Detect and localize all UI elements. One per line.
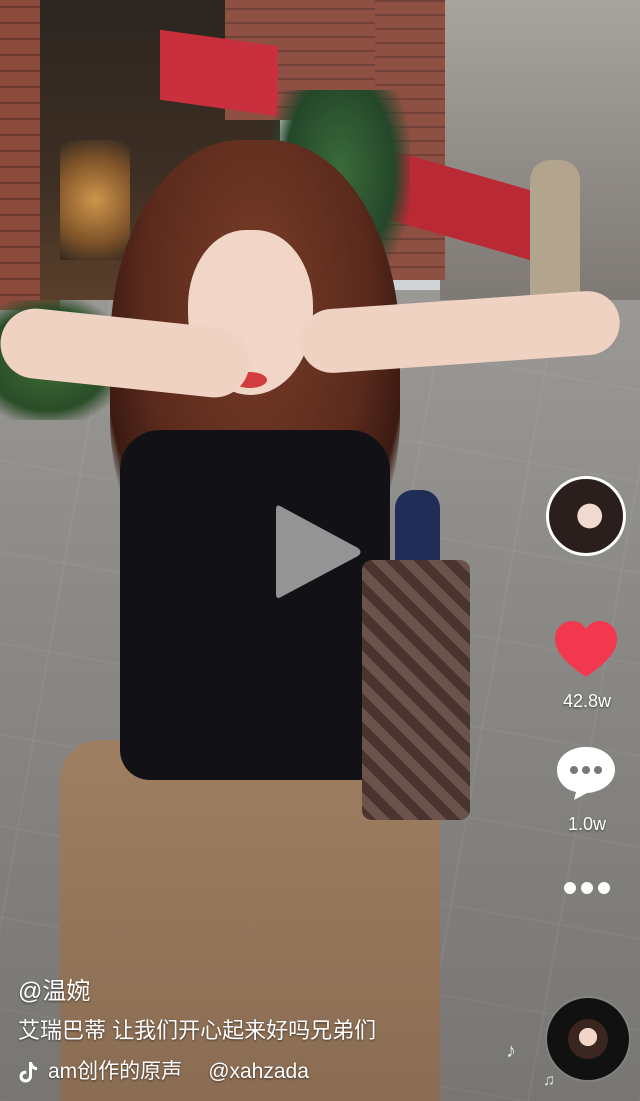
tiktok-icon: [18, 1060, 38, 1084]
music-author: @xahzada: [208, 1060, 309, 1083]
music-disc-icon[interactable]: [547, 998, 629, 1080]
music-row[interactable]: am创作的原声 @xahzada: [18, 1055, 538, 1089]
music-disc-cover: [568, 1019, 608, 1059]
music-note-icon: ♪: [506, 1040, 516, 1062]
like-count: 42.8w: [562, 691, 612, 711]
comment-count: 1.0w: [567, 814, 607, 834]
creator-avatar[interactable]: [546, 476, 626, 556]
shop-light: [60, 140, 130, 260]
closed-umbrella: [530, 160, 580, 300]
heart-icon[interactable]: [553, 619, 619, 679]
person-bag: [362, 560, 470, 820]
comment-icon[interactable]: [554, 744, 618, 802]
caption: @温婉 艾瑞巴蒂 让我们开心起来好吗兄弟们 am创作的原声 @xahzada: [18, 975, 538, 1089]
play-triangle: [276, 505, 361, 598]
username[interactable]: @温婉: [18, 975, 538, 1009]
play-icon[interactable]: [272, 500, 364, 604]
person-top: [120, 430, 390, 780]
video-description: 艾瑞巴蒂 让我们开心起来好吗兄弟们: [18, 1018, 377, 1043]
music-note-icon: ♫: [543, 1072, 555, 1089]
more-icon[interactable]: [562, 880, 612, 896]
music-title: am创作的原声: [48, 1060, 183, 1083]
